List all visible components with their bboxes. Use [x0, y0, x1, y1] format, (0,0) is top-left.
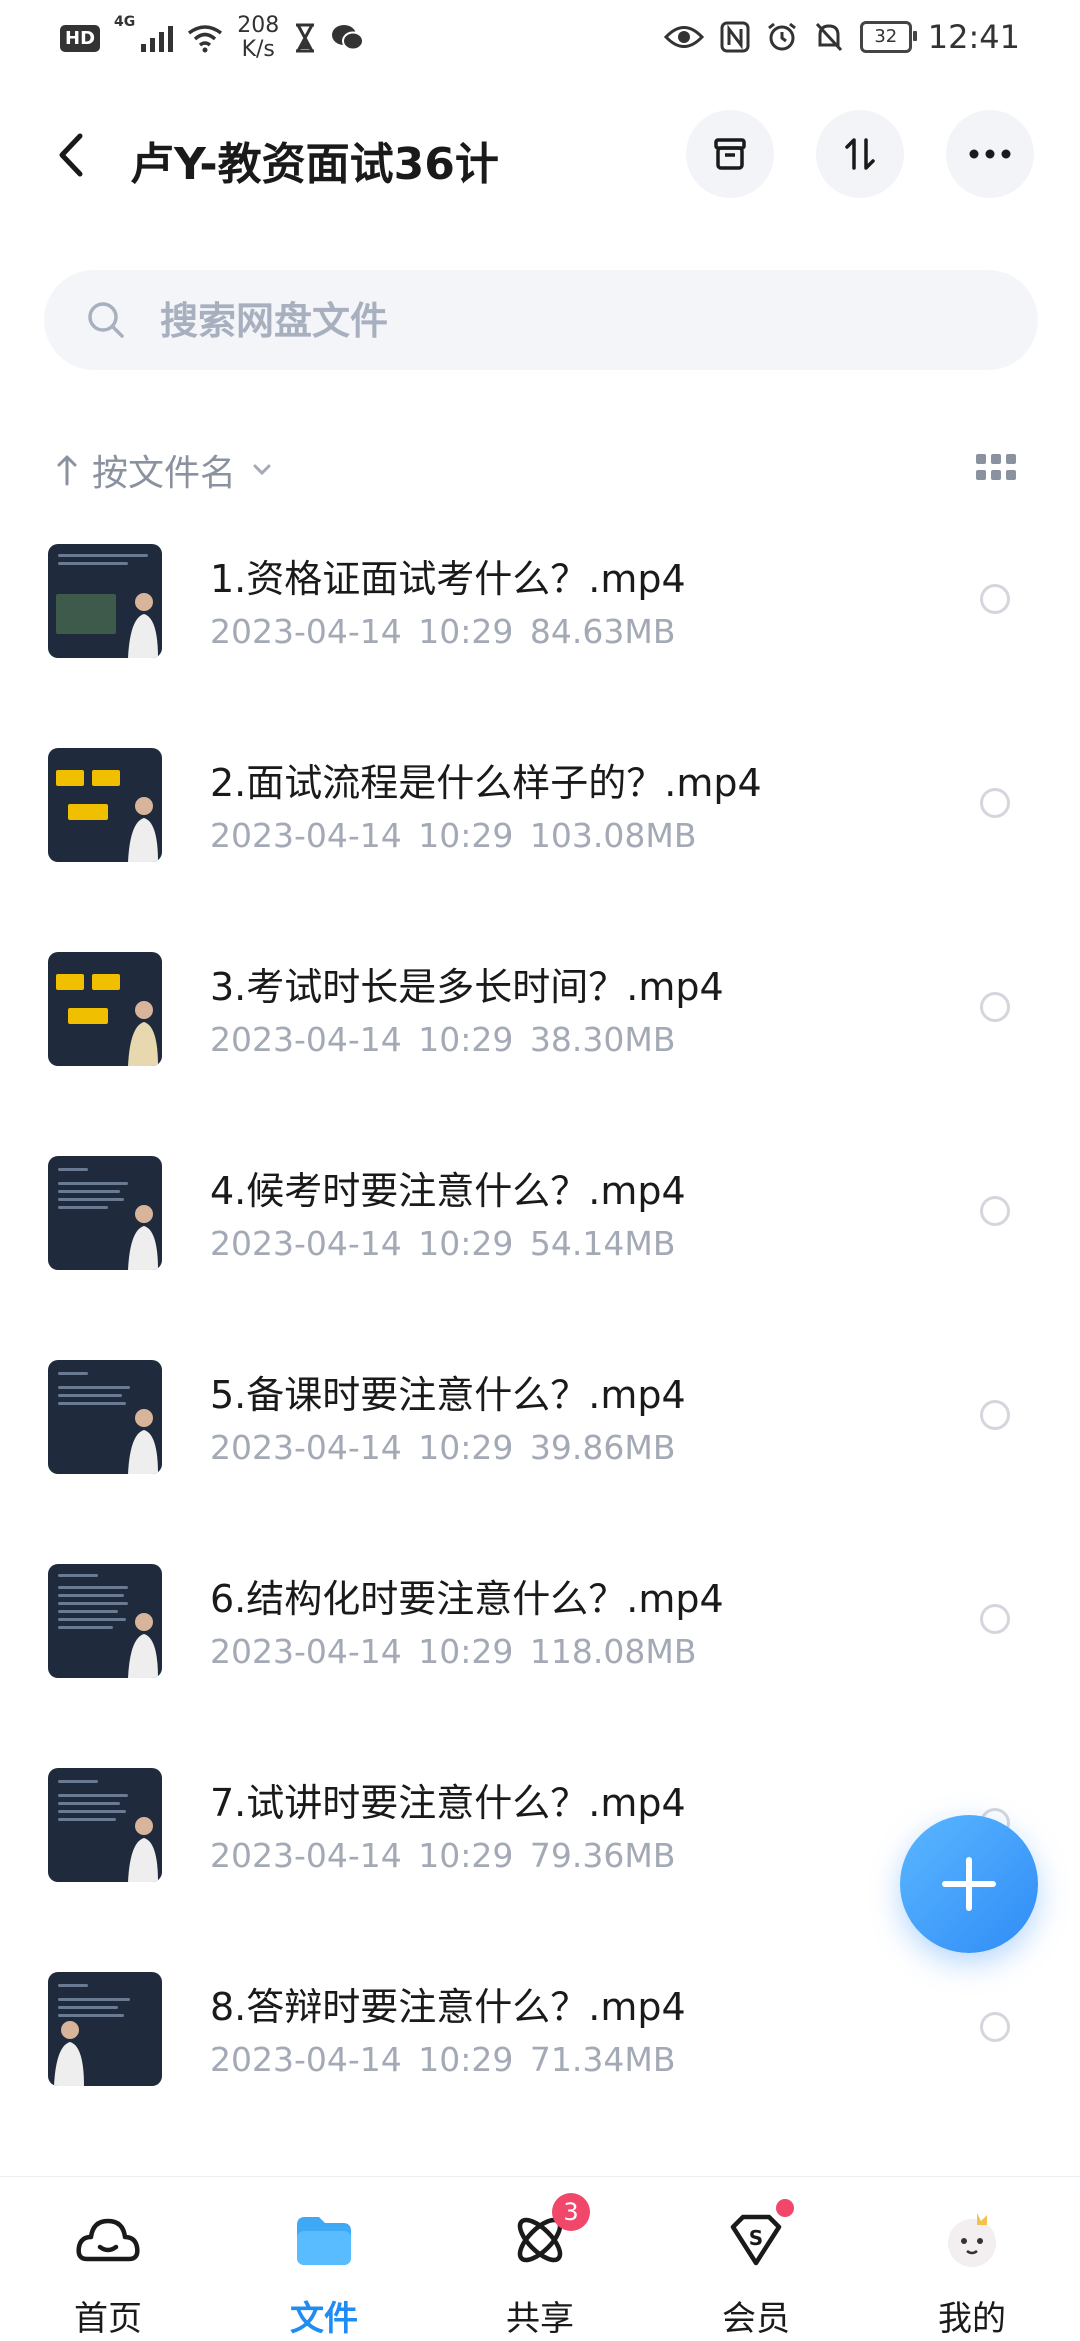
nfc-icon [720, 21, 750, 53]
status-bar: HD 4G 208 K/s 32 12:41 [0, 0, 1080, 80]
battery-icon: 32 [859, 21, 917, 53]
file-row[interactable]: 5.备课时要注意什么？.mp4 2023-04-14 10:29 39.86MB [0, 1356, 1080, 1546]
video-thumbnail [48, 1360, 162, 1474]
video-thumbnail [48, 1972, 162, 2086]
select-checkbox[interactable] [980, 992, 1010, 1022]
file-name: 2.面试流程是什么样子的？.mp4 [210, 761, 762, 805]
file-row[interactable]: 2.面试流程是什么样子的？.mp4 2023-04-14 10:29 103.0… [0, 744, 1080, 934]
sort-order-button[interactable] [816, 110, 904, 198]
file-row[interactable]: 8.答辩时要注意什么？.mp4 2023-04-14 10:29 71.34MB [0, 1968, 1080, 2158]
video-thumbnail [48, 1156, 162, 1270]
network-speed: 208 K/s [237, 13, 280, 62]
select-checkbox[interactable] [980, 2012, 1010, 2042]
file-row[interactable]: 6.结构化时要注意什么？.mp4 2023-04-14 10:29 118.08… [0, 1560, 1080, 1750]
nav-label: 文件 [290, 2299, 358, 2339]
archive-icon [714, 138, 746, 170]
nav-files[interactable]: 文件 [234, 2177, 414, 2341]
hd-indicator: HD [60, 24, 101, 52]
bottom-nav: 首页 文件 3 共享 S 会员 我的 [0, 2176, 1080, 2341]
select-checkbox[interactable] [980, 584, 1010, 614]
video-thumbnail [48, 544, 162, 658]
search-bar[interactable] [44, 270, 1038, 372]
search-icon [88, 302, 124, 338]
file-meta: 2023-04-14 10:29 84.63MB [210, 612, 676, 651]
network-type: 4G [114, 14, 136, 30]
folder-icon [297, 2217, 351, 2265]
status-right: 32 12:41 [663, 18, 1020, 56]
add-fab-button[interactable] [900, 1815, 1038, 1953]
select-checkbox[interactable] [980, 1400, 1010, 1430]
search-input[interactable] [158, 270, 982, 372]
file-meta: 2023-04-14 10:29 103.08MB [210, 816, 697, 855]
eye-icon [663, 26, 704, 48]
file-name: 3.考试时长是多长时间？.mp4 [210, 965, 724, 1009]
back-button[interactable] [52, 130, 92, 180]
sort-arrows-icon [845, 138, 875, 170]
video-thumbnail [48, 1768, 162, 1882]
file-name: 7.试讲时要注意什么？.mp4 [210, 1781, 686, 1825]
signal-icon [141, 24, 174, 52]
sort-selector[interactable]: 按文件名 [56, 440, 274, 500]
file-meta: 2023-04-14 10:29 118.08MB [210, 1632, 697, 1671]
file-meta: 2023-04-14 10:29 39.86MB [210, 1428, 676, 1467]
file-row[interactable]: 1.资格证面试考什么？.mp4 2023-04-14 10:29 84.63MB [0, 540, 1080, 730]
chevron-down-icon [253, 464, 271, 476]
nav-label: 我的 [938, 2299, 1006, 2339]
select-checkbox[interactable] [980, 788, 1010, 818]
file-meta: 2023-04-14 10:29 71.34MB [210, 2040, 676, 2079]
video-thumbnail [48, 748, 162, 862]
top-header: 卢Y-教资面试36计 [0, 110, 1080, 200]
file-name: 8.答辩时要注意什么？.mp4 [210, 1985, 686, 2029]
sort-up-arrow-icon [57, 455, 77, 486]
svg-text:S: S [749, 2226, 763, 2250]
archive-button[interactable] [686, 110, 774, 198]
file-meta: 2023-04-14 10:29 38.30MB [210, 1020, 676, 1059]
nav-share[interactable]: 3 共享 [450, 2177, 630, 2341]
nav-me[interactable]: 我的 [882, 2177, 1062, 2341]
page-title: 卢Y-教资面试36计 [130, 139, 499, 190]
nav-label: 会员 [722, 2299, 790, 2339]
notification-badge: 3 [552, 2193, 590, 2231]
hourglass-icon [296, 23, 315, 53]
more-dots-icon [969, 149, 1011, 159]
file-name: 4.候考时要注意什么？.mp4 [210, 1169, 686, 1213]
video-thumbnail [48, 952, 162, 1066]
file-row[interactable]: 4.候考时要注意什么？.mp4 2023-04-14 10:29 54.14MB [0, 1152, 1080, 1342]
status-left: HD 4G 208 K/s [60, 14, 365, 62]
file-row[interactable]: 3.考试时长是多长时间？.mp4 2023-04-14 10:29 38.30M… [0, 948, 1080, 1138]
grid-view-icon[interactable] [976, 454, 1016, 484]
file-name: 5.备课时要注意什么？.mp4 [210, 1373, 686, 1417]
nav-label: 首页 [74, 2299, 142, 2339]
file-meta: 2023-04-14 10:29 79.36MB [210, 1836, 676, 1875]
more-button[interactable] [946, 110, 1034, 198]
video-thumbnail [48, 1564, 162, 1678]
mute-bell-icon [815, 22, 842, 52]
file-meta: 2023-04-14 10:29 54.14MB [210, 1224, 676, 1263]
nav-label: 共享 [506, 2299, 574, 2339]
sort-label: 按文件名 [92, 453, 237, 494]
avatar-icon [948, 2213, 996, 2267]
wifi-icon [188, 25, 223, 53]
file-name: 6.结构化时要注意什么？.mp4 [210, 1577, 724, 1621]
alarm-icon [767, 22, 796, 51]
nav-home[interactable]: 首页 [18, 2177, 198, 2341]
clock: 12:41 [927, 18, 1020, 56]
select-checkbox[interactable] [980, 1196, 1010, 1226]
nav-vip[interactable]: S 会员 [666, 2177, 846, 2341]
wechat-icon [332, 25, 365, 51]
notification-dot [776, 2199, 794, 2217]
file-name: 1.资格证面试考什么？.mp4 [210, 557, 686, 601]
select-checkbox[interactable] [980, 1604, 1010, 1634]
cloud-home-icon [76, 2218, 140, 2262]
